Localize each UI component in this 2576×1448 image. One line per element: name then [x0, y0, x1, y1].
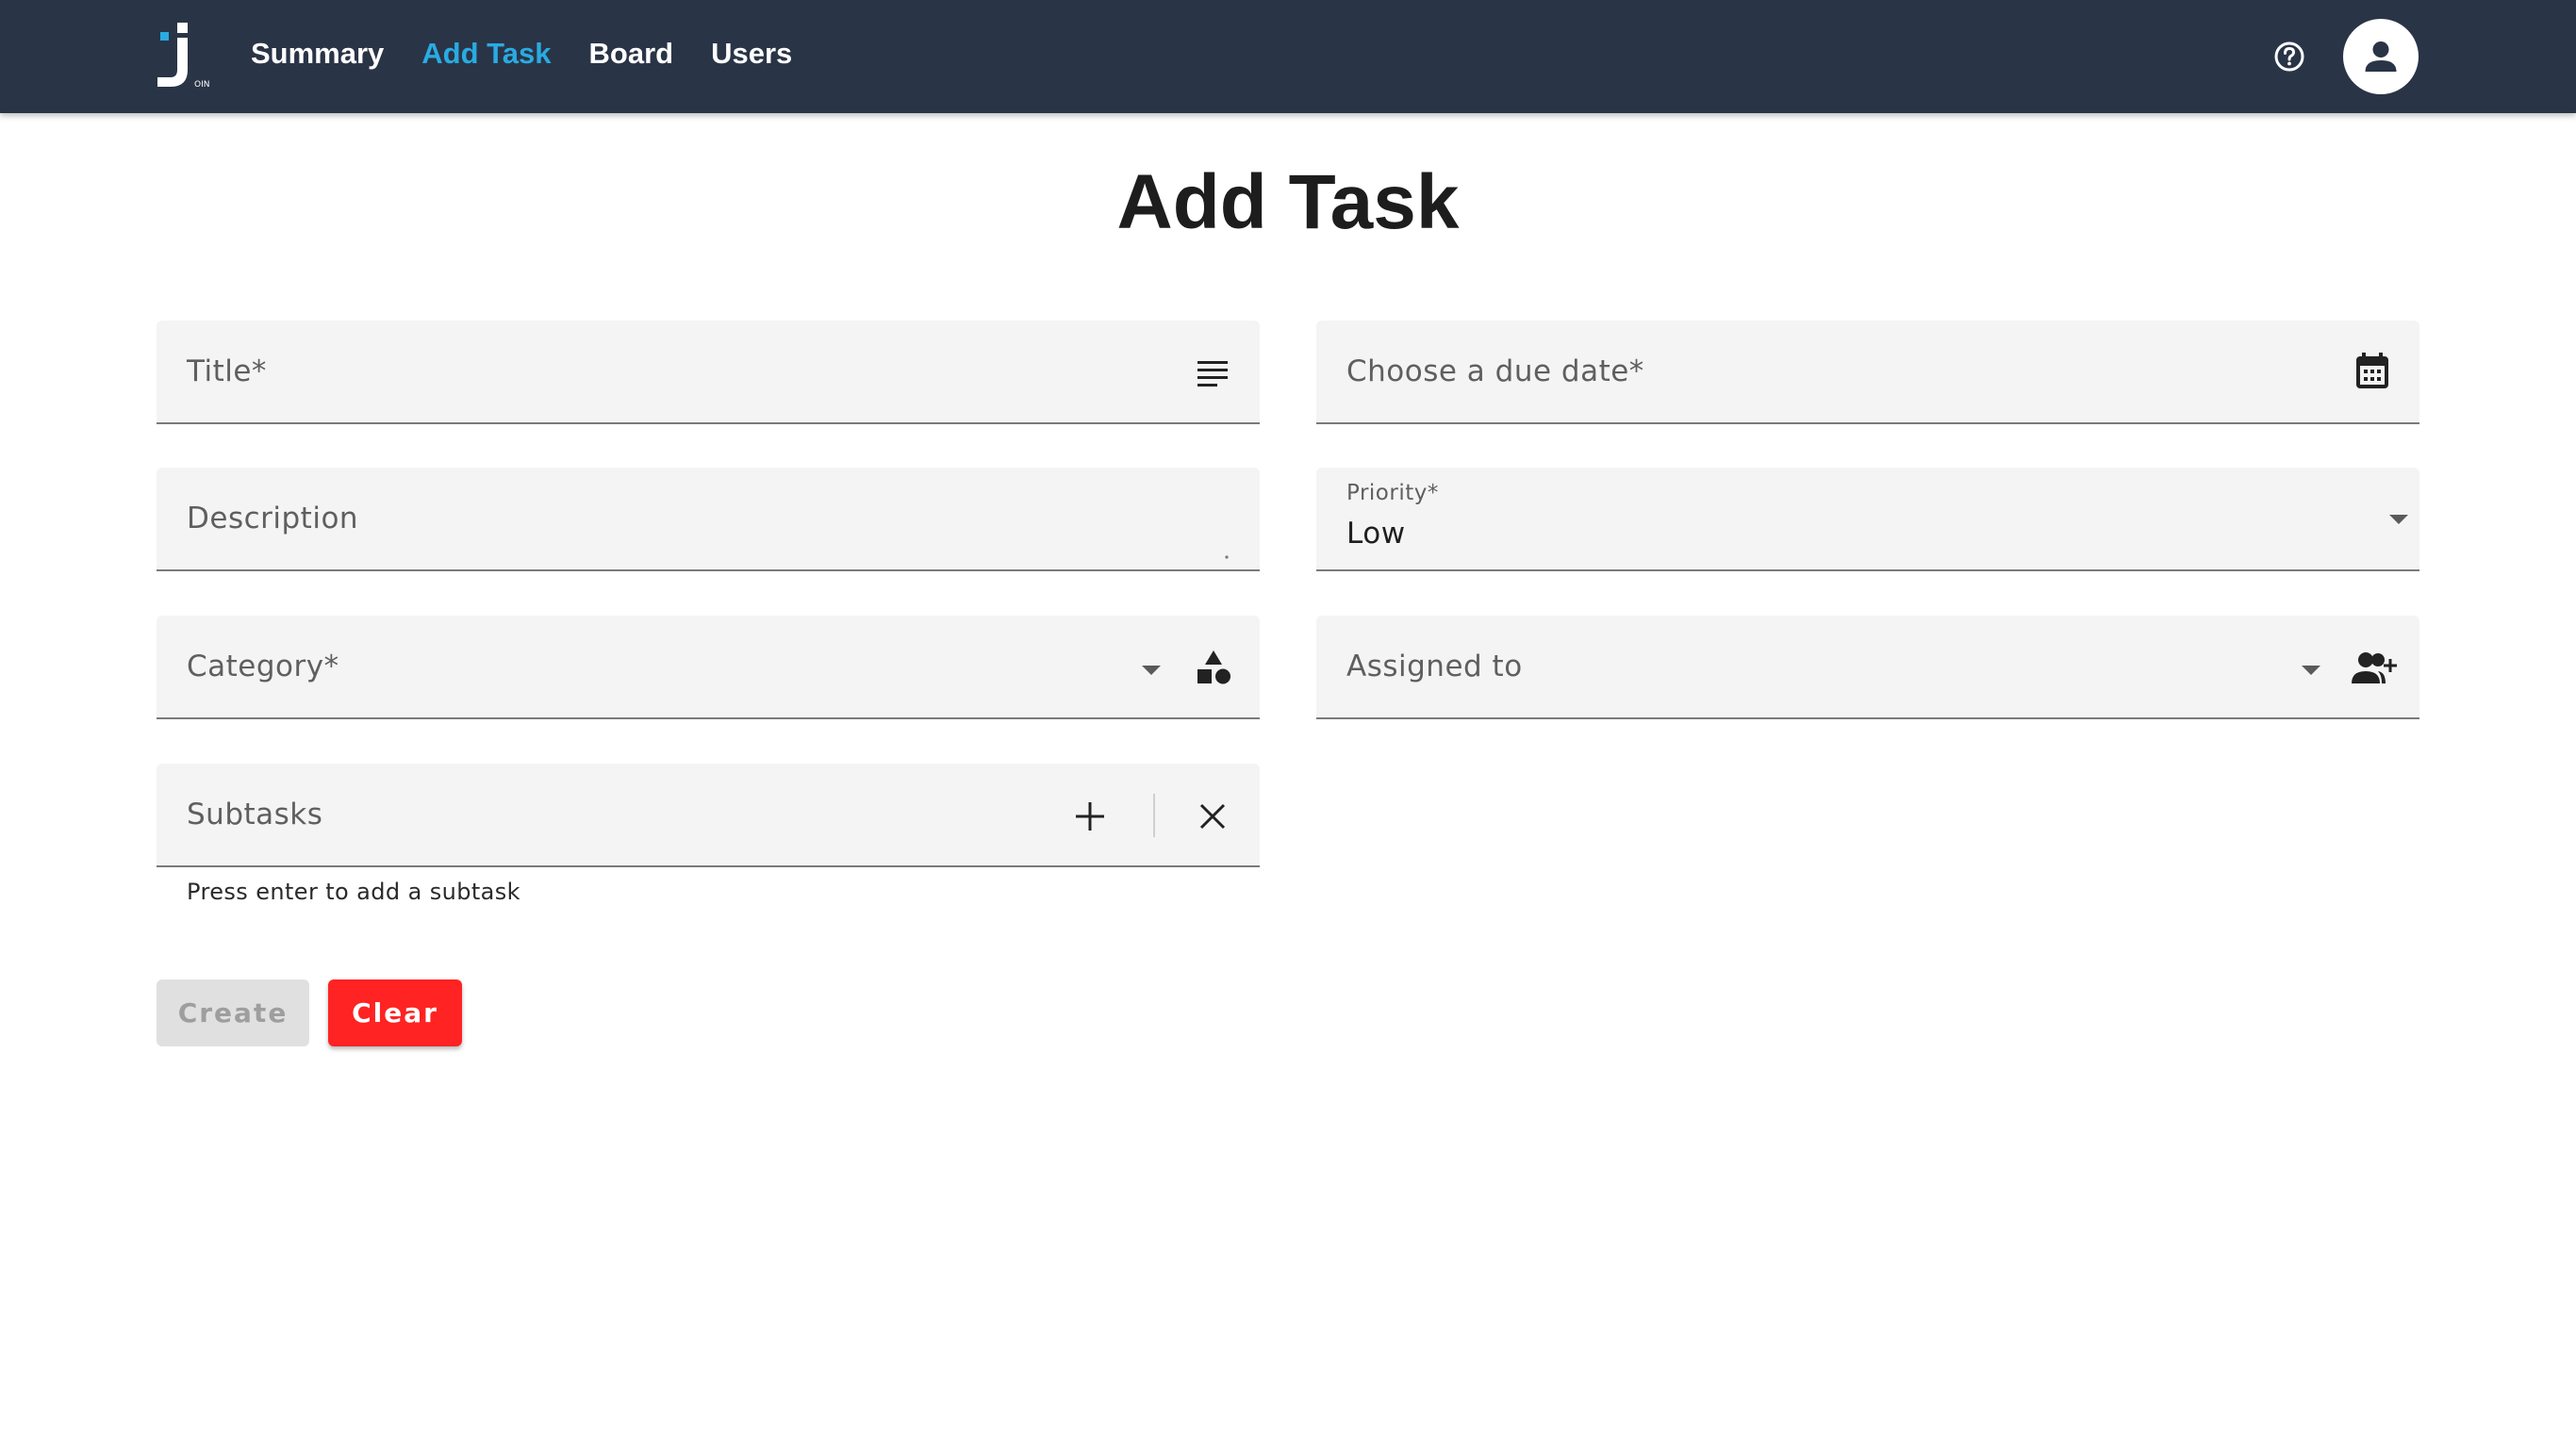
category-select[interactable]: Category*: [157, 616, 1260, 719]
priority-field-label: Priority*: [1346, 481, 1439, 505]
subtasks-field[interactable]: Subtasks: [157, 764, 1260, 867]
top-navigation-bar: OIN Summary Add Task Board Users: [0, 0, 2576, 113]
join-logo-icon[interactable]: OIN: [155, 21, 215, 92]
nav-item-users[interactable]: Users: [711, 37, 792, 71]
subtasks-field-label: Subtasks: [187, 798, 323, 831]
notes-icon: [1197, 361, 1228, 387]
category-field-label: Category*: [187, 650, 339, 683]
user-avatar-button[interactable]: [2343, 19, 2419, 94]
category-icon: [1197, 650, 1230, 684]
priority-select[interactable]: Priority* Low: [1316, 468, 2419, 571]
main-nav: Summary Add Task Board Users: [251, 0, 792, 107]
close-icon[interactable]: [1199, 803, 1226, 830]
page-title: Add Task: [1116, 159, 1460, 245]
clear-button[interactable]: Clear: [328, 979, 462, 1046]
plus-icon[interactable]: [1075, 801, 1105, 831]
assigned-to-field-label: Assigned to: [1346, 650, 1523, 683]
calendar-icon[interactable]: [2354, 353, 2390, 390]
help-circle-icon[interactable]: [2272, 40, 2306, 74]
person-add-icon[interactable]: [2352, 651, 2399, 685]
resize-handle-icon[interactable]: [1224, 554, 1230, 560]
title-field-label: Title*: [187, 354, 267, 388]
nav-item-add-task[interactable]: Add Task: [421, 37, 551, 71]
title-field[interactable]: Title*: [157, 321, 1260, 424]
nav-item-board[interactable]: Board: [589, 37, 674, 71]
app-root: OIN Summary Add Task Board Users Add Tas…: [0, 0, 2576, 1448]
description-field[interactable]: Description: [157, 468, 1260, 571]
priority-selected-value: Low: [1346, 517, 1406, 551]
description-field-label: Description: [187, 502, 359, 535]
subtasks-hint: Press enter to add a subtask: [187, 879, 520, 905]
create-button[interactable]: Create: [157, 979, 309, 1046]
svg-text:OIN: OIN: [194, 80, 209, 90]
chevron-down-icon[interactable]: [2302, 666, 2320, 675]
chevron-down-icon[interactable]: [1142, 666, 1161, 675]
account-icon: [2365, 41, 2397, 72]
subtask-actions-divider: [1153, 794, 1155, 837]
due-date-field-label: Choose a due date*: [1346, 354, 1644, 388]
assigned-to-select[interactable]: Assigned to: [1316, 616, 2419, 719]
chevron-down-icon[interactable]: [2389, 515, 2408, 524]
due-date-field[interactable]: Choose a due date*: [1316, 321, 2419, 424]
nav-item-summary[interactable]: Summary: [251, 37, 384, 71]
